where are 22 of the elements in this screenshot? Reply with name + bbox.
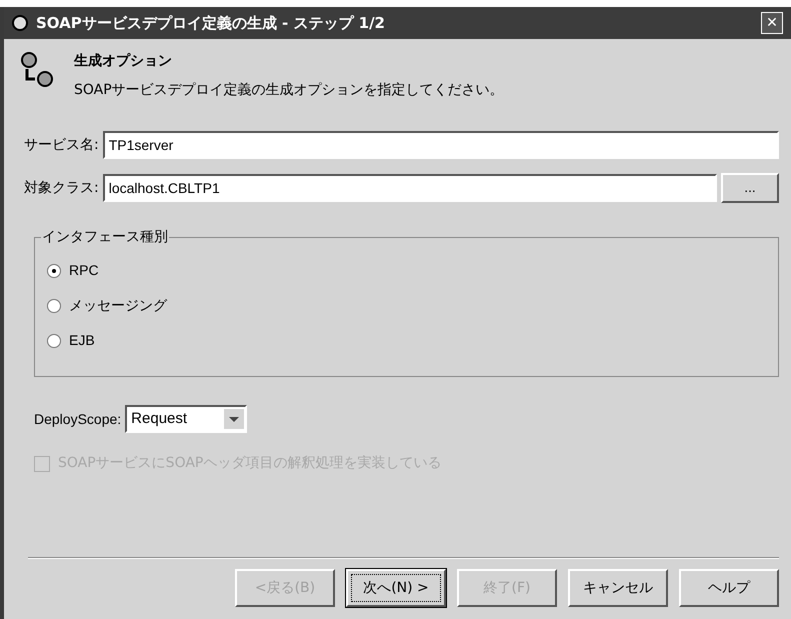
field-label: 対象クラス: (24, 178, 99, 198)
window-title: SOAPサービスデプロイ定義の生成 - ステップ 1/2 (36, 12, 386, 34)
browse-button[interactable]: ... (721, 173, 779, 203)
header-description: SOAPサービスデプロイ定義の生成オプションを指定してください。 (74, 81, 504, 100)
deploy-scope-dropdown[interactable]: Request (125, 405, 248, 433)
close-button[interactable]: ✕ (761, 12, 783, 34)
radio-label: EJB (69, 331, 95, 350)
radio-button[interactable] (47, 334, 61, 348)
dialog-button[interactable]: ヘルプ (679, 569, 779, 607)
radio-button[interactable] (47, 264, 61, 278)
deploy-scope-label: DeployScope: (34, 410, 122, 429)
dialog-button[interactable]: キャンセル (568, 569, 668, 607)
app-icon (12, 15, 28, 31)
field-label: サービス名: (24, 136, 99, 154)
radio-button[interactable] (47, 298, 61, 312)
dialog-button[interactable]: 次へ(N) > (346, 569, 446, 607)
input-field[interactable]: TP1server (102, 131, 779, 159)
radio-label: メッセージング (69, 296, 167, 315)
radio-label: RPC (69, 261, 99, 280)
dropdown-caret-icon (224, 409, 244, 429)
header-title: 生成オプション (74, 52, 173, 71)
input-field[interactable]: localhost.CBLTP1 (102, 174, 717, 202)
